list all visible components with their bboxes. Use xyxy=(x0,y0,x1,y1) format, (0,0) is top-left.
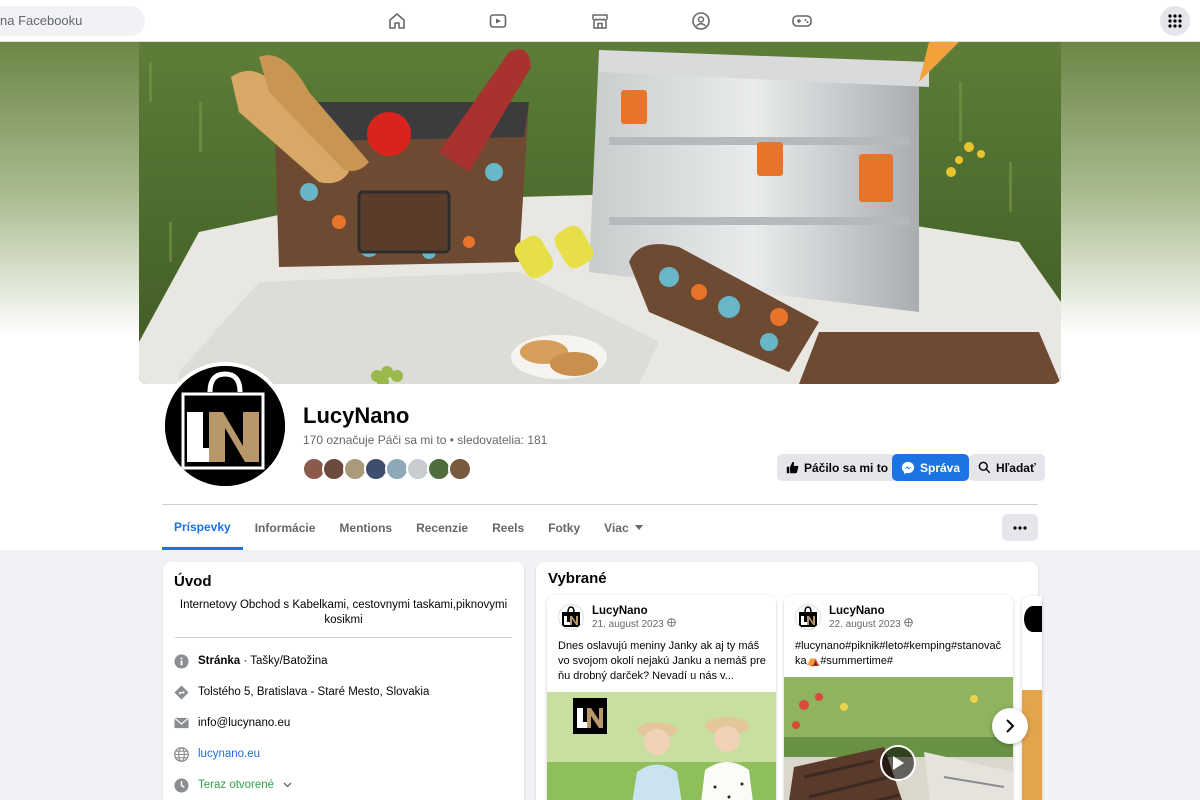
page-tabs: Príspevky Informácie Mentions Recenzie R… xyxy=(162,506,655,550)
globe-icon xyxy=(903,618,913,627)
post-date[interactable]: 22. august 2023 xyxy=(829,618,913,632)
avatar xyxy=(1024,606,1042,632)
clock-icon xyxy=(174,777,189,793)
featured-post[interactable]: LucyNano 21. august 2023 Dnes oslavujú m… xyxy=(547,595,776,800)
caret-down-icon xyxy=(634,525,643,530)
messenger-icon xyxy=(901,461,915,474)
hours-row[interactable]: Teraz otvorené xyxy=(174,776,292,794)
post-date-text: 22. august 2023 xyxy=(829,619,901,630)
featured-card: Vybrané LucyNano 21. august 2023 Dnes os… xyxy=(536,562,1038,800)
post-image xyxy=(1022,690,1042,800)
post-header: LucyNano 21. august 2023 xyxy=(558,604,676,632)
post-author[interactable]: LucyNano xyxy=(592,604,676,618)
post-date-text: 21. august 2023 xyxy=(592,619,664,630)
page-title: LucyNano xyxy=(303,403,410,428)
tab-label: Príspevky xyxy=(174,519,231,534)
post-text: #lucynano#piknik#leto#kemping#stanovačka… xyxy=(795,640,1002,667)
profile-picture[interactable] xyxy=(165,366,285,486)
info-icon xyxy=(174,653,189,669)
chevron-right-icon xyxy=(1006,719,1015,733)
search-icon xyxy=(978,461,991,474)
like-page-label: Páčilo sa mi to xyxy=(804,460,889,475)
marketplace-icon[interactable] xyxy=(588,9,612,33)
featured-post-partial[interactable] xyxy=(1022,596,1042,800)
like-page-button[interactable]: Páčilo sa mi to xyxy=(777,454,898,481)
cover-photo[interactable] xyxy=(139,42,1061,384)
tab-label: Recenzie xyxy=(416,521,469,535)
tab-label: Fotky xyxy=(548,521,581,535)
grid-menu-icon[interactable] xyxy=(1160,6,1190,36)
avatar[interactable] xyxy=(558,604,584,630)
website-link[interactable]: lucynano.eu xyxy=(198,748,260,760)
intro-divider xyxy=(175,637,512,638)
search-page-label: Hľadať xyxy=(996,460,1036,475)
message-button[interactable]: Správa xyxy=(892,454,970,481)
avatar[interactable] xyxy=(448,457,472,481)
follower-avatars[interactable] xyxy=(302,457,482,481)
envelope-icon xyxy=(174,716,189,731)
home-icon[interactable] xyxy=(385,9,409,33)
carousel-next-button[interactable] xyxy=(992,708,1028,744)
address-row: Tolstého 5, Bratislava - Staré Mesto, Sl… xyxy=(174,683,429,701)
category-value: · Tašky/Batožina xyxy=(240,655,328,667)
category-label: Stránka xyxy=(198,655,241,667)
intro-title: Úvod xyxy=(174,573,212,590)
post-header: LucyNano 22. august 2023 xyxy=(795,604,913,632)
play-icon[interactable] xyxy=(880,745,916,781)
tab-mentions[interactable]: Mentions xyxy=(327,506,404,550)
globe-icon xyxy=(174,746,189,762)
tab-label: Mentions xyxy=(339,521,393,535)
tab-photos[interactable]: Fotky xyxy=(536,506,592,550)
avatar[interactable] xyxy=(795,604,821,630)
directions-icon xyxy=(174,684,189,700)
more-options-button[interactable] xyxy=(1002,514,1038,541)
groups-icon[interactable] xyxy=(689,9,713,33)
tab-about[interactable]: Informácie xyxy=(243,506,328,550)
gaming-icon[interactable] xyxy=(790,9,814,33)
post-video-thumbnail[interactable] xyxy=(784,677,1013,800)
address-text: Tolstého 5, Bratislava - Staré Mesto, Sl… xyxy=(198,686,430,698)
intro-description: Internetovy Obchod s Kabelkami, cestovny… xyxy=(179,599,508,626)
tab-label: Viac xyxy=(604,521,629,535)
post-date[interactable]: 21. august 2023 xyxy=(592,618,676,632)
message-label: Správa xyxy=(920,460,961,475)
post-image[interactable] xyxy=(547,692,776,800)
top-navigation-bar: na Facebooku xyxy=(0,0,1200,42)
ellipsis-icon xyxy=(1013,525,1027,530)
tab-more[interactable]: Viac xyxy=(592,506,654,550)
website-row[interactable]: lucynano.eu xyxy=(174,745,260,763)
globe-icon xyxy=(666,618,676,627)
watch-icon[interactable] xyxy=(486,9,510,33)
chevron-down-icon xyxy=(283,782,292,788)
tab-reviews[interactable]: Recenzie xyxy=(404,506,480,550)
post-text: Dnes oslavujú meniny Janky ak aj ty máš … xyxy=(558,640,766,682)
featured-title: Vybrané xyxy=(548,570,607,587)
hours-status: Teraz otvorené xyxy=(198,779,275,791)
email-text: info@lucynano.eu xyxy=(198,717,291,729)
category-row: Stránka · Tašky/Batožina xyxy=(174,652,328,670)
tab-label: Reels xyxy=(492,521,525,535)
email-row[interactable]: info@lucynano.eu xyxy=(174,714,290,732)
featured-post[interactable]: LucyNano 22. august 2023 #lucynano#pikni… xyxy=(784,595,1013,800)
tab-posts[interactable]: Príspevky xyxy=(162,506,243,550)
tab-label: Informácie xyxy=(254,521,316,535)
tab-reels[interactable]: Reels xyxy=(480,506,536,550)
search-input[interactable]: na Facebooku xyxy=(0,6,145,36)
post-author[interactable]: LucyNano xyxy=(829,604,913,618)
page-stats: 170 označuje Páči sa mi to • sledovateli… xyxy=(303,433,548,447)
header-divider xyxy=(162,504,1038,505)
intro-card: Úvod Internetovy Obchod s Kabelkami, ces… xyxy=(163,562,524,800)
thumbs-up-icon xyxy=(786,461,799,474)
search-page-button[interactable]: Hľadať xyxy=(969,454,1045,481)
